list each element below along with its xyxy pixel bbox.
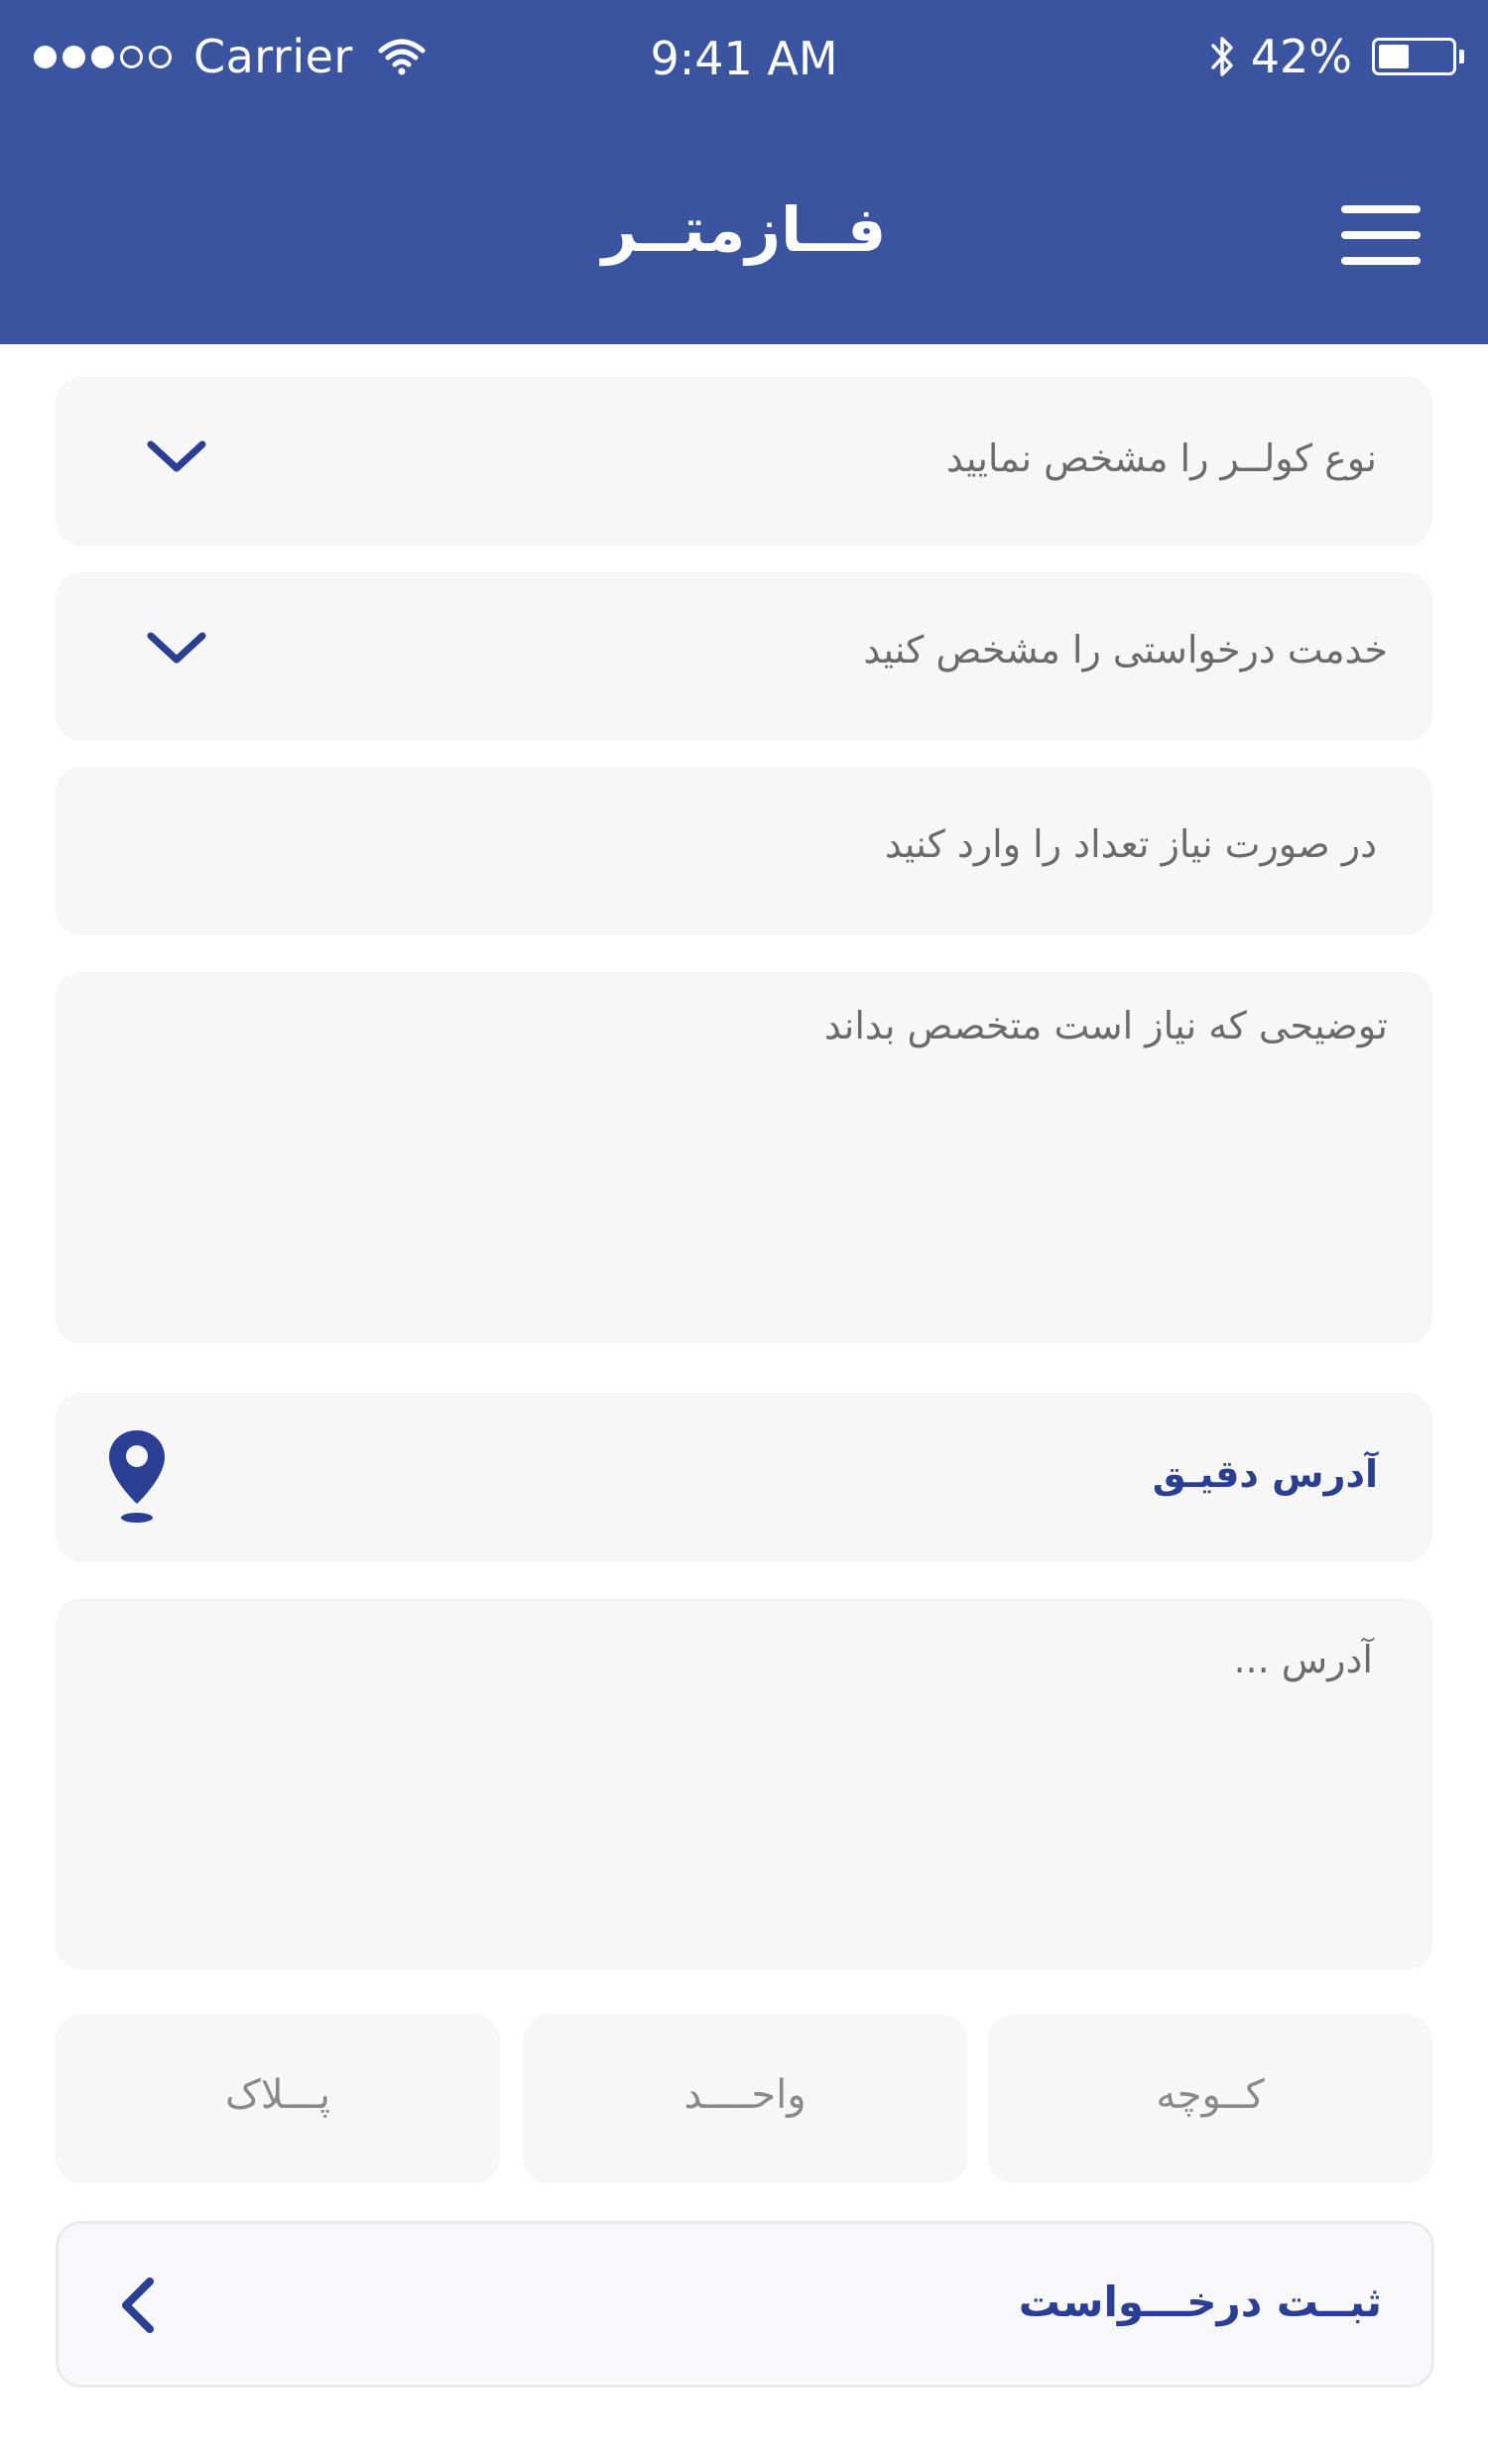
exact-address-button[interactable]: آدرس دقیـق <box>56 1393 1432 1561</box>
cooler-type-placeholder: نوع کولــر را مشخص نمایید <box>945 436 1377 480</box>
bluetooth-icon <box>1209 33 1237 80</box>
hamburger-menu-icon[interactable] <box>1341 205 1421 265</box>
page-title: فــازمتــر <box>601 193 887 266</box>
unit-placeholder: واحــــد <box>683 2072 806 2118</box>
battery-icon <box>1372 38 1464 75</box>
submit-request-button[interactable]: ثبــت درخـــواست <box>56 2221 1434 2388</box>
nav-bar: فــازمتــر <box>0 159 1488 308</box>
chevron-left-icon <box>118 2276 158 2339</box>
location-pin-icon[interactable] <box>105 1426 169 1530</box>
battery-percent: 42% <box>1250 30 1352 83</box>
status-right: 42% <box>1209 30 1464 83</box>
status-bar: Carrier 9:41 AM 42% <box>0 0 1488 124</box>
menu-line <box>1341 257 1421 265</box>
menu-line <box>1341 231 1421 239</box>
battery-fill <box>1379 45 1409 68</box>
menu-line <box>1341 205 1421 213</box>
cooler-type-select[interactable]: نوع کولــر را مشخص نمایید <box>56 377 1432 546</box>
chevron-down-icon[interactable] <box>145 628 208 672</box>
service-placeholder: خدمت درخواستی را مشخص کنید <box>863 628 1388 672</box>
street-placeholder: کــوچه <box>1156 2072 1265 2118</box>
service-select[interactable]: خدمت درخواستی را مشخص کنید <box>56 572 1432 741</box>
quantity-placeholder: در صورت نیاز تعداد را وارد کنید <box>884 822 1377 866</box>
plate-input[interactable]: پـــلاک <box>56 2015 500 2183</box>
description-placeholder: توضیحی که نیاز است متخصص بداند <box>823 1004 1388 1047</box>
address-placeholder: آدرس ... <box>1233 1638 1373 1681</box>
description-textarea[interactable]: توضیحی که نیاز است متخصص بداند <box>56 972 1432 1344</box>
street-input[interactable]: کــوچه <box>988 2015 1432 2183</box>
submit-label: ثبــت درخـــواست <box>1018 2278 1382 2326</box>
chevron-down-icon[interactable] <box>145 436 208 480</box>
battery-cap <box>1459 50 1464 63</box>
battery-body <box>1372 38 1456 75</box>
unit-input[interactable]: واحــــد <box>523 2015 967 2183</box>
app-header: Carrier 9:41 AM 42% فــازمتــر <box>0 0 1488 344</box>
address-textarea[interactable]: آدرس ... <box>56 1598 1432 1970</box>
plate-placeholder: پـــلاک <box>225 2072 330 2118</box>
exact-address-label: آدرس دقیـق <box>1152 1452 1378 1496</box>
quantity-input[interactable]: در صورت نیاز تعداد را وارد کنید <box>56 767 1432 935</box>
